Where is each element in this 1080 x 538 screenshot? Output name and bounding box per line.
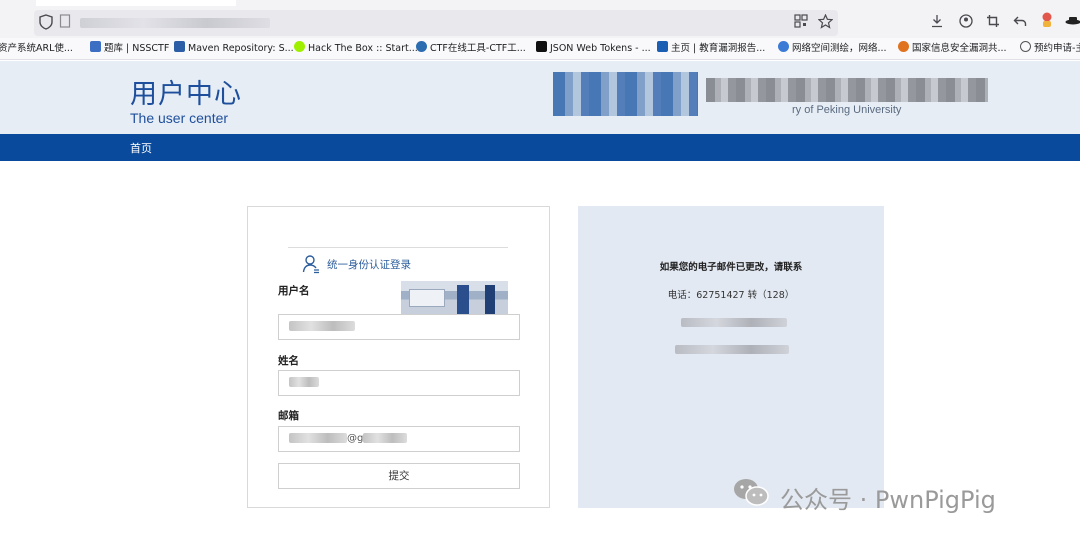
username-input[interactable] (278, 314, 520, 340)
bookmark-item[interactable]: 主页 | 教育漏洞报告... (657, 41, 765, 57)
university-name-partial: ry of Peking University (792, 104, 902, 116)
download-icon[interactable] (928, 14, 946, 32)
hat-icon[interactable] (1064, 14, 1080, 32)
url-bar[interactable] (34, 10, 838, 36)
bookmark-favicon-icon (294, 41, 305, 52)
bookmark-item[interactable]: CTF在线工具-CTF工... (416, 41, 526, 57)
login-form: 统一身份认证登录 用户名 姓名 邮箱 @g 提交 (247, 206, 550, 508)
bookmark-favicon-icon (778, 41, 789, 52)
email-partial: @g (347, 433, 364, 444)
redacted-value (289, 321, 355, 331)
star-bookmark-icon[interactable] (816, 13, 834, 32)
email-label: 邮箱 (278, 410, 299, 422)
bookmark-favicon-icon (90, 41, 101, 52)
bookmark-favicon-icon (416, 41, 427, 52)
submit-button[interactable]: 提交 (278, 463, 520, 489)
bookmark-item[interactable]: JSON Web Tokens - ... (536, 41, 651, 57)
email-input[interactable]: @g (278, 426, 520, 452)
university-logo-redacted (553, 72, 698, 116)
crop-icon[interactable] (984, 14, 1002, 32)
bookmark-item[interactable]: Hack The Box :: Start... (294, 41, 418, 57)
contact-detail-redacted (675, 345, 789, 354)
bookmark-label: CTF在线工具-CTF工... (430, 43, 526, 54)
url-text-redacted (80, 18, 270, 28)
active-tab-edge (36, 0, 236, 6)
account-icon[interactable] (957, 14, 975, 32)
bookmark-item[interactable]: 资产系统ARL使... (0, 41, 73, 57)
bookmark-favicon-icon (174, 41, 185, 52)
bookmarks-bar: 资产系统ARL使... 题库 | NSSCTF Maven Repository… (0, 38, 1080, 60)
redacted-value (363, 433, 408, 443)
bookmark-label: 网络空间测绘，网络... (792, 43, 887, 54)
bookmark-item[interactable]: 题库 | NSSCTF (90, 41, 169, 57)
bookmark-label: Maven Repository: S... (188, 43, 294, 54)
nav-home-link[interactable]: 首页 (130, 140, 152, 156)
name-input[interactable] (278, 370, 520, 396)
redacted-value (289, 377, 319, 387)
bookmark-item[interactable]: 预约申请-主 (1020, 41, 1080, 57)
watermark-text: 公众号 · PwnPigPig (780, 486, 996, 514)
site-title: 用户中心 (130, 79, 242, 110)
bookmark-label: 国家信息安全漏洞共... (912, 43, 1007, 54)
globe-icon (1020, 41, 1031, 52)
divider (288, 247, 508, 248)
bookmark-favicon-icon (657, 41, 668, 52)
info-heading: 如果您的电子邮件已更改，请联系 (659, 262, 803, 273)
main-nav: 首页 (0, 134, 1080, 161)
wechat-icon (732, 476, 772, 510)
bookmark-label: 题库 | NSSCTF (104, 43, 170, 54)
bookmark-item[interactable]: 国家信息安全漏洞共... (898, 41, 1007, 57)
bookmark-label: Hack The Box :: Start... (308, 43, 418, 54)
bookmark-favicon-icon (898, 41, 909, 52)
image-door (457, 285, 469, 315)
banner-image (401, 281, 508, 315)
name-label: 姓名 (278, 355, 299, 367)
shield-icon[interactable] (37, 14, 55, 32)
bookmark-label: 预约申请-主 (1034, 43, 1080, 54)
bookmark-item[interactable]: 网络空间测绘，网络... (778, 41, 887, 57)
site-subtitle: The user center (130, 110, 229, 126)
bookmark-favicon-icon (536, 41, 547, 52)
image-panel (409, 289, 445, 307)
page-icon (56, 14, 74, 32)
bookmark-label: JSON Web Tokens - ... (550, 43, 651, 54)
back-arrow-icon[interactable] (1011, 14, 1029, 32)
contact-phone: 电话：62751427 转（128） (667, 290, 795, 301)
user-icon (302, 254, 320, 274)
extension-icon[interactable] (1038, 11, 1056, 29)
image-door (485, 285, 495, 315)
bookmark-item[interactable]: Maven Repository: S... (174, 41, 294, 57)
qr-code-icon[interactable] (792, 14, 810, 32)
sso-login-link[interactable]: 统一身份认证登录 (327, 257, 411, 272)
browser-toolbar (0, 0, 1080, 38)
contact-detail-redacted (681, 318, 787, 327)
bookmark-label: 资产系统ARL使... (0, 43, 73, 54)
contact-info-panel: 如果您的电子邮件已更改，请联系 电话：62751427 转（128） (578, 206, 884, 508)
university-name-redacted (706, 78, 988, 102)
username-label: 用户名 (278, 285, 310, 297)
redacted-value (289, 433, 347, 443)
bookmark-label: 主页 | 教育漏洞报告... (671, 43, 766, 54)
